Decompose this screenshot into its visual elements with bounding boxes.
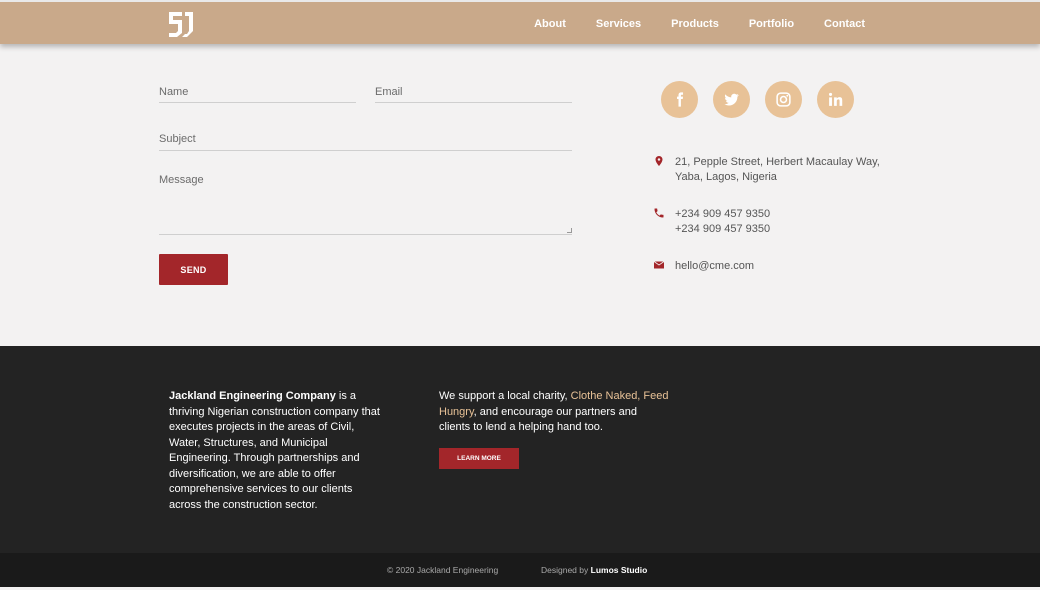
email-label: Email [375,86,403,98]
studio-link[interactable]: Lumos Studio [591,565,648,575]
charity-prefix: We support a local charity, [439,390,571,402]
charity-text: We support a local charity, Clothe Naked… [439,389,669,436]
address-text: 21, Pepple Street, Herbert Macaulay Way,… [675,155,880,185]
company-name: Jackland Engineering Company [169,390,336,402]
linkedin-button[interactable] [817,81,854,118]
footer-bottom-bar [0,553,1040,587]
nav-portfolio-link[interactable]: Portfolio [749,18,794,30]
nav-services-link[interactable]: Services [596,18,641,30]
envelope-icon [653,261,665,269]
company-about: Jackland Engineering Company is a thrivi… [169,389,381,513]
address-line-1: 21, Pepple Street, Herbert Macaulay Way, [675,156,880,168]
resize-handle-icon[interactable] [567,228,572,233]
name-label: Name [159,86,189,98]
nav-products-link[interactable]: Products [671,18,719,30]
company-about-text: is a thriving Nigerian construction comp… [169,390,380,511]
main-nav: About Services Products Portfolio Contac… [504,2,865,46]
address-line-2: Yaba, Lagos, Nigeria [675,171,777,183]
designed-by-label: Designed by [541,565,591,575]
twitter-icon [724,93,739,106]
email-field[interactable]: Email [375,86,572,103]
facebook-button[interactable] [661,81,698,118]
phone-numbers: +234 909 457 9350 +234 909 457 9350 [675,207,770,237]
phone-icon [654,208,664,218]
nav-contact-link[interactable]: Contact [824,18,865,30]
send-button[interactable]: SEND [159,254,228,285]
learn-more-button[interactable]: LEARN MORE [439,448,519,469]
nav-about-link[interactable]: About [534,18,566,30]
map-pin-icon [655,156,663,166]
designed-by: Designed by Lumos Studio [541,565,647,575]
linkedin-icon [828,92,843,106]
subject-field[interactable]: Subject [159,133,572,151]
instagram-button[interactable] [765,81,802,118]
jackland-logo-icon[interactable] [166,9,196,39]
name-field[interactable]: Name [159,86,356,103]
twitter-button[interactable] [713,81,750,118]
top-navbar: About Services Products Portfolio Contac… [0,0,1040,44]
instagram-icon [776,92,791,107]
facebook-icon [677,92,684,107]
message-field[interactable]: Message [159,174,572,235]
email-address[interactable]: hello@cme.com [675,259,754,274]
copyright-text: © 2020 Jackland Engineering [387,565,499,575]
phone-number-1[interactable]: +234 909 457 9350 [675,207,770,222]
message-label: Message [159,174,204,186]
subject-label: Subject [159,133,196,145]
phone-number-2[interactable]: +234 909 457 9350 [675,222,770,237]
footer [0,346,1040,553]
